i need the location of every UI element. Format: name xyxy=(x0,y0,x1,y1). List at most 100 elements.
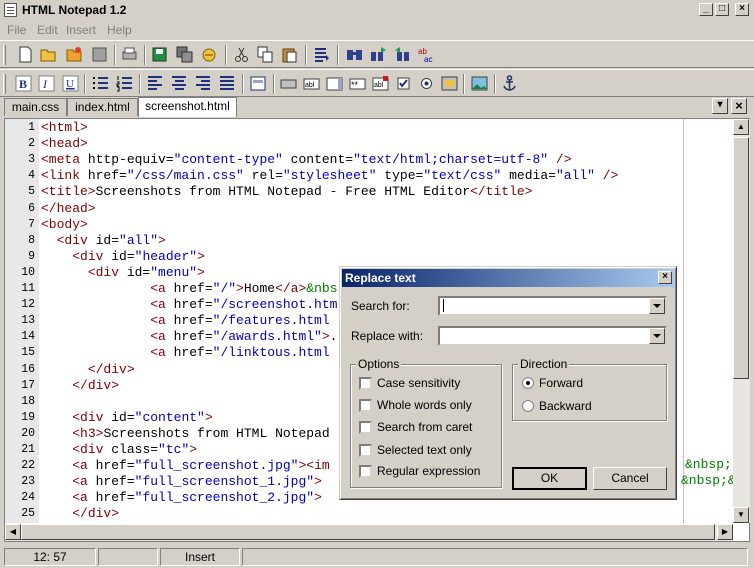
code-line[interactable]: <a href="/">Home</a>&nbs xyxy=(41,281,337,296)
form-icon[interactable] xyxy=(250,75,267,92)
checkbox-icon[interactable] xyxy=(395,75,412,92)
selected-text-checkbox[interactable] xyxy=(359,444,372,457)
find-next-icon[interactable] xyxy=(370,46,387,63)
button-icon[interactable] xyxy=(280,75,297,92)
search-from-caret-checkbox[interactable] xyxy=(359,421,372,434)
code-line[interactable]: <a href="/awards.html">. xyxy=(41,329,337,344)
scroll-up-button[interactable]: ▲ xyxy=(733,119,749,135)
menu-help[interactable]: Help xyxy=(107,23,132,37)
case-sensitivity-checkbox[interactable] xyxy=(359,377,372,390)
dialog-title-bar[interactable]: Replace text × xyxy=(342,269,674,287)
code-line[interactable]: <a href="/linktous.html xyxy=(41,345,329,360)
code-line[interactable]: <a href="full_screenshot_2.jpg"> xyxy=(41,490,322,505)
menu-edit[interactable]: Edit xyxy=(37,23,58,37)
find-icon[interactable] xyxy=(346,46,363,63)
align-right-icon[interactable] xyxy=(195,75,212,92)
close-window-button[interactable]: × xyxy=(735,3,749,16)
code-line[interactable]: <h3>Screenshots from HTML Notepad xyxy=(41,426,329,441)
tab-list-dropdown-button[interactable]: ▾ xyxy=(712,98,728,114)
paste-icon[interactable] xyxy=(281,46,298,63)
replace-with-dropdown-arrow[interactable] xyxy=(649,328,665,344)
radio-icon[interactable] xyxy=(418,75,435,92)
cancel-button[interactable]: Cancel xyxy=(593,467,667,490)
align-left-icon[interactable] xyxy=(147,75,164,92)
toolbar-grip[interactable] xyxy=(3,74,6,94)
recent-folder-icon[interactable] xyxy=(66,46,83,63)
close-tab-button[interactable]: × xyxy=(731,98,747,114)
textfield-icon[interactable]: abl xyxy=(303,75,320,92)
dialog-close-button[interactable]: × xyxy=(658,271,672,284)
code-line[interactable]: <link href="/css/main.css" rel="styleshe… xyxy=(41,168,618,183)
regex-checkbox[interactable] xyxy=(359,465,372,478)
code-line[interactable]: <a href="/features.html xyxy=(41,313,329,328)
horizontal-scroll-thumb[interactable] xyxy=(21,524,715,540)
search-for-dropdown-arrow[interactable] xyxy=(649,298,665,314)
vertical-scrollbar[interactable]: ▲ ▼ xyxy=(733,119,750,523)
code-line[interactable]: </div> xyxy=(41,506,119,521)
code-line[interactable]: <head> xyxy=(41,136,88,151)
code-line[interactable]: <html> xyxy=(41,120,88,135)
minimize-button[interactable]: _ xyxy=(699,3,713,16)
tab-index-html[interactable]: index.html xyxy=(67,98,138,116)
password-icon[interactable]: ** xyxy=(349,75,366,92)
maximize-button[interactable]: □ xyxy=(715,3,729,16)
close-file-icon[interactable] xyxy=(91,46,108,63)
code-line[interactable]: <title>Screenshots from HTML Notepad - F… xyxy=(41,184,533,199)
image-icon[interactable] xyxy=(471,75,488,92)
find-prev-icon[interactable] xyxy=(394,46,411,63)
scroll-down-button[interactable]: ▼ xyxy=(733,507,749,523)
align-center-icon[interactable] xyxy=(171,75,188,92)
code-line[interactable]: <div id="content"> xyxy=(41,410,212,425)
selected-text-label[interactable]: Selected text only xyxy=(377,443,472,457)
bullet-list-icon[interactable] xyxy=(92,75,109,92)
code-line[interactable]: <a href="full_screenshot_1.jpg"> xyxy=(41,474,322,489)
spellcheck-icon[interactable]: abac xyxy=(418,46,435,63)
horizontal-scrollbar[interactable]: ◀ ▶ xyxy=(5,524,733,541)
code-line[interactable]: </div> xyxy=(41,362,135,377)
toolbar-grip[interactable] xyxy=(3,45,6,65)
regex-label[interactable]: Regular expression xyxy=(377,464,480,478)
cut-icon[interactable] xyxy=(233,46,250,63)
menu-insert[interactable]: Insert xyxy=(66,23,96,37)
code-line[interactable]: <div class="tc"> xyxy=(41,442,197,457)
forward-label[interactable]: Forward xyxy=(539,376,583,390)
code-line[interactable]: <a href="full_screenshot.jpg"><im xyxy=(41,458,329,473)
replace-with-combo[interactable] xyxy=(438,326,667,346)
ok-button[interactable]: OK xyxy=(512,467,587,490)
code-line[interactable]: <div id="menu"> xyxy=(41,265,205,280)
scroll-right-button[interactable]: ▶ xyxy=(717,524,733,540)
code-line[interactable]: </div> xyxy=(41,378,119,393)
bold-icon[interactable]: B xyxy=(15,75,32,92)
code-line[interactable]: <body> xyxy=(41,217,88,232)
menu-file[interactable]: File xyxy=(7,23,26,37)
backward-radio[interactable] xyxy=(522,400,534,412)
save-all-icon[interactable] xyxy=(176,46,193,63)
tab-main-css[interactable]: main.css xyxy=(4,98,67,116)
whole-words-checkbox[interactable] xyxy=(359,399,372,412)
select-icon[interactable]: abl xyxy=(372,75,389,92)
backward-label[interactable]: Backward xyxy=(539,399,592,413)
code-line[interactable]: <div id="header"> xyxy=(41,249,205,264)
code-line[interactable]: <meta http-equiv="content-type" content=… xyxy=(41,152,572,167)
whole-words-label[interactable]: Whole words only xyxy=(377,398,472,412)
code-line[interactable]: <a href="/screenshot.htm xyxy=(41,297,337,312)
anchor-icon[interactable] xyxy=(501,75,518,92)
new-file-icon[interactable] xyxy=(17,46,34,63)
wizard-icon[interactable] xyxy=(201,46,218,63)
search-for-combo[interactable] xyxy=(438,296,667,316)
copy-icon[interactable] xyxy=(257,46,274,63)
tab-screenshot-html[interactable]: screenshot.html xyxy=(138,97,237,117)
code-line[interactable]: </head> xyxy=(41,201,96,216)
vertical-scroll-thumb[interactable] xyxy=(733,137,749,379)
case-sensitivity-label[interactable]: Case sensitivity xyxy=(377,376,460,390)
image-button-icon[interactable] xyxy=(441,75,458,92)
underline-icon[interactable]: U xyxy=(62,75,79,92)
save-icon[interactable] xyxy=(151,46,168,63)
textarea-icon[interactable] xyxy=(326,75,343,92)
align-justify-icon[interactable] xyxy=(219,75,236,92)
numbered-list-icon[interactable] xyxy=(116,75,133,92)
format-icon[interactable] xyxy=(313,46,330,63)
code-line[interactable]: <div id="all"> xyxy=(41,233,166,248)
print-icon[interactable] xyxy=(121,46,138,63)
search-from-caret-label[interactable]: Search from caret xyxy=(377,420,472,434)
